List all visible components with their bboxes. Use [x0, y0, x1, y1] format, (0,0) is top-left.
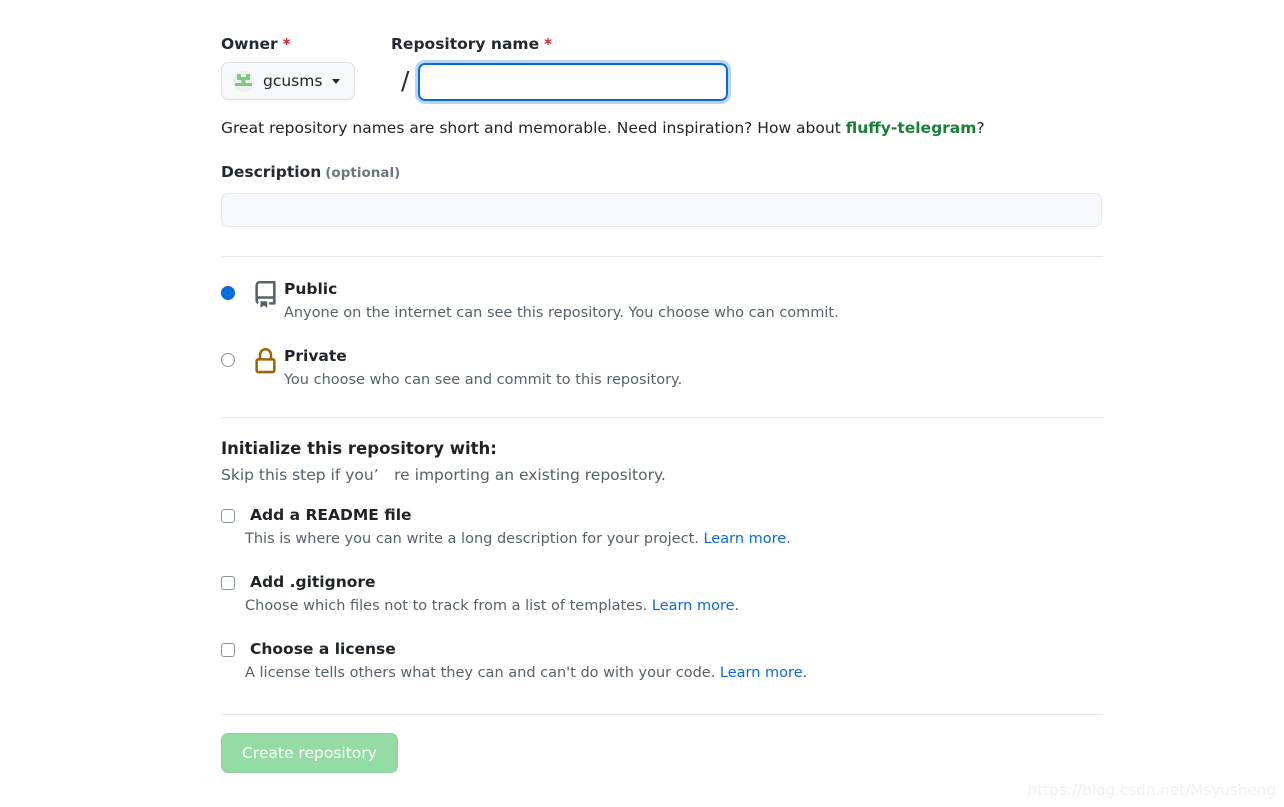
license-checkbox-row[interactable]: Choose a license	[221, 639, 1103, 660]
hint-prefix: Great repository names are short and mem…	[221, 119, 846, 137]
repository-name-field-group: Repository name * /	[391, 34, 732, 104]
user-avatar-identicon-icon	[233, 70, 254, 92]
visibility-options: Public Anyone on the internet can see th…	[221, 279, 1103, 391]
gitignore-description-suffix: .	[734, 598, 740, 614]
initialize-item-license[interactable]: Choose a license A license tells others …	[221, 639, 1103, 684]
readme-label: Add a README file	[250, 506, 412, 524]
initialize-title: Initialize this repository with:	[221, 439, 497, 458]
visibility-radio-private[interactable]	[221, 353, 235, 367]
readme-description-suffix: .	[786, 531, 791, 547]
divider-after-visibility	[221, 417, 1103, 418]
initialize-subtitle: Skip this step if you’ re importing an e…	[221, 466, 666, 484]
gitignore-description-text: Choose which files not to track from a l…	[245, 598, 652, 614]
owner-required-marker: *	[282, 35, 291, 53]
gitignore-checkbox[interactable]	[221, 575, 235, 590]
owner-field-group: Owner * gcusms	[221, 34, 391, 100]
gitignore-learn-more-link[interactable]: Learn more	[652, 598, 735, 614]
owner-dropdown-button[interactable]: gcusms	[221, 62, 356, 100]
repo-book-icon	[252, 279, 282, 312]
repository-name-hint: Great repository names are short and mem…	[221, 117, 1103, 139]
visibility-radio-public[interactable]	[221, 286, 235, 300]
owner-label-text: Owner	[221, 35, 278, 53]
readme-description: This is where you can write a long descr…	[245, 529, 1103, 550]
license-description: A license tells others what they can and…	[245, 663, 1103, 684]
watermark-text: https://blog.csdn.net/Msyusheng	[1027, 781, 1276, 799]
repository-name-input-wrap: /	[391, 60, 732, 104]
description-input[interactable]	[221, 193, 1102, 227]
visibility-public-description: Anyone on the internet can see this repo…	[284, 305, 839, 321]
readme-checkbox[interactable]	[221, 508, 235, 523]
license-learn-more-link[interactable]: Learn more	[720, 665, 803, 681]
owner-label: Owner *	[221, 34, 391, 54]
readme-checkbox-row[interactable]: Add a README file	[221, 505, 1103, 526]
license-description-text: A license tells others what they can and…	[245, 665, 720, 681]
initialize-item-readme[interactable]: Add a README file This is where you can …	[221, 505, 1103, 550]
owner-name-separator: /	[401, 66, 410, 95]
owner-and-name-row: Owner * gcusms Repository name * /	[221, 0, 1103, 104]
initialize-section: Initialize this repository with: Skip th…	[221, 437, 1103, 684]
create-repository-button[interactable]: Create repository	[221, 733, 398, 773]
description-optional-note: (optional)	[325, 165, 401, 181]
suggested-name-link[interactable]: fluffy-telegram	[846, 119, 977, 137]
owner-selected-name: gcusms	[263, 72, 323, 90]
submit-row: Create repository	[221, 733, 1103, 773]
license-label: Choose a license	[250, 640, 396, 658]
description-label: Description	[221, 163, 322, 181]
description-label-row: Description (optional)	[221, 162, 1103, 181]
description-field-group: Description (optional)	[221, 162, 1103, 227]
visibility-private-description: You choose who can see and commit to thi…	[284, 372, 683, 388]
hint-suffix: ?	[976, 119, 985, 137]
lock-icon	[252, 346, 282, 379]
visibility-public-title: Public	[284, 280, 338, 298]
gitignore-label: Add .gitignore	[250, 573, 376, 591]
readme-learn-more-link[interactable]: Learn more	[703, 531, 786, 547]
visibility-option-private[interactable]: Private You choose who can see and commi…	[221, 346, 1103, 391]
initialize-item-gitignore[interactable]: Add .gitignore Choose which files not to…	[221, 572, 1103, 617]
gitignore-checkbox-row[interactable]: Add .gitignore	[221, 572, 1103, 593]
license-description-suffix: .	[802, 665, 808, 681]
chevron-down-icon	[332, 78, 341, 84]
repository-name-label: Repository name *	[391, 34, 728, 54]
visibility-option-public[interactable]: Public Anyone on the internet can see th…	[221, 279, 1103, 324]
initialize-checkbox-list: Add a README file This is where you can …	[221, 505, 1103, 684]
license-checkbox[interactable]	[221, 642, 235, 657]
visibility-private-text: Private You choose who can see and commi…	[284, 346, 682, 391]
repository-name-label-text: Repository name	[391, 35, 540, 53]
visibility-public-text: Public Anyone on the internet can see th…	[284, 279, 839, 324]
readme-description-text: This is where you can write a long descr…	[245, 531, 704, 547]
divider-after-description	[221, 256, 1103, 257]
create-repository-form: Owner * gcusms Repository name * / Great…	[221, 0, 1103, 773]
visibility-private-title: Private	[284, 347, 347, 365]
gitignore-description: Choose which files not to track from a l…	[245, 596, 1103, 617]
repository-name-input[interactable]	[415, 60, 732, 104]
divider-before-submit	[221, 714, 1103, 715]
repository-name-required-marker: *	[544, 35, 552, 53]
